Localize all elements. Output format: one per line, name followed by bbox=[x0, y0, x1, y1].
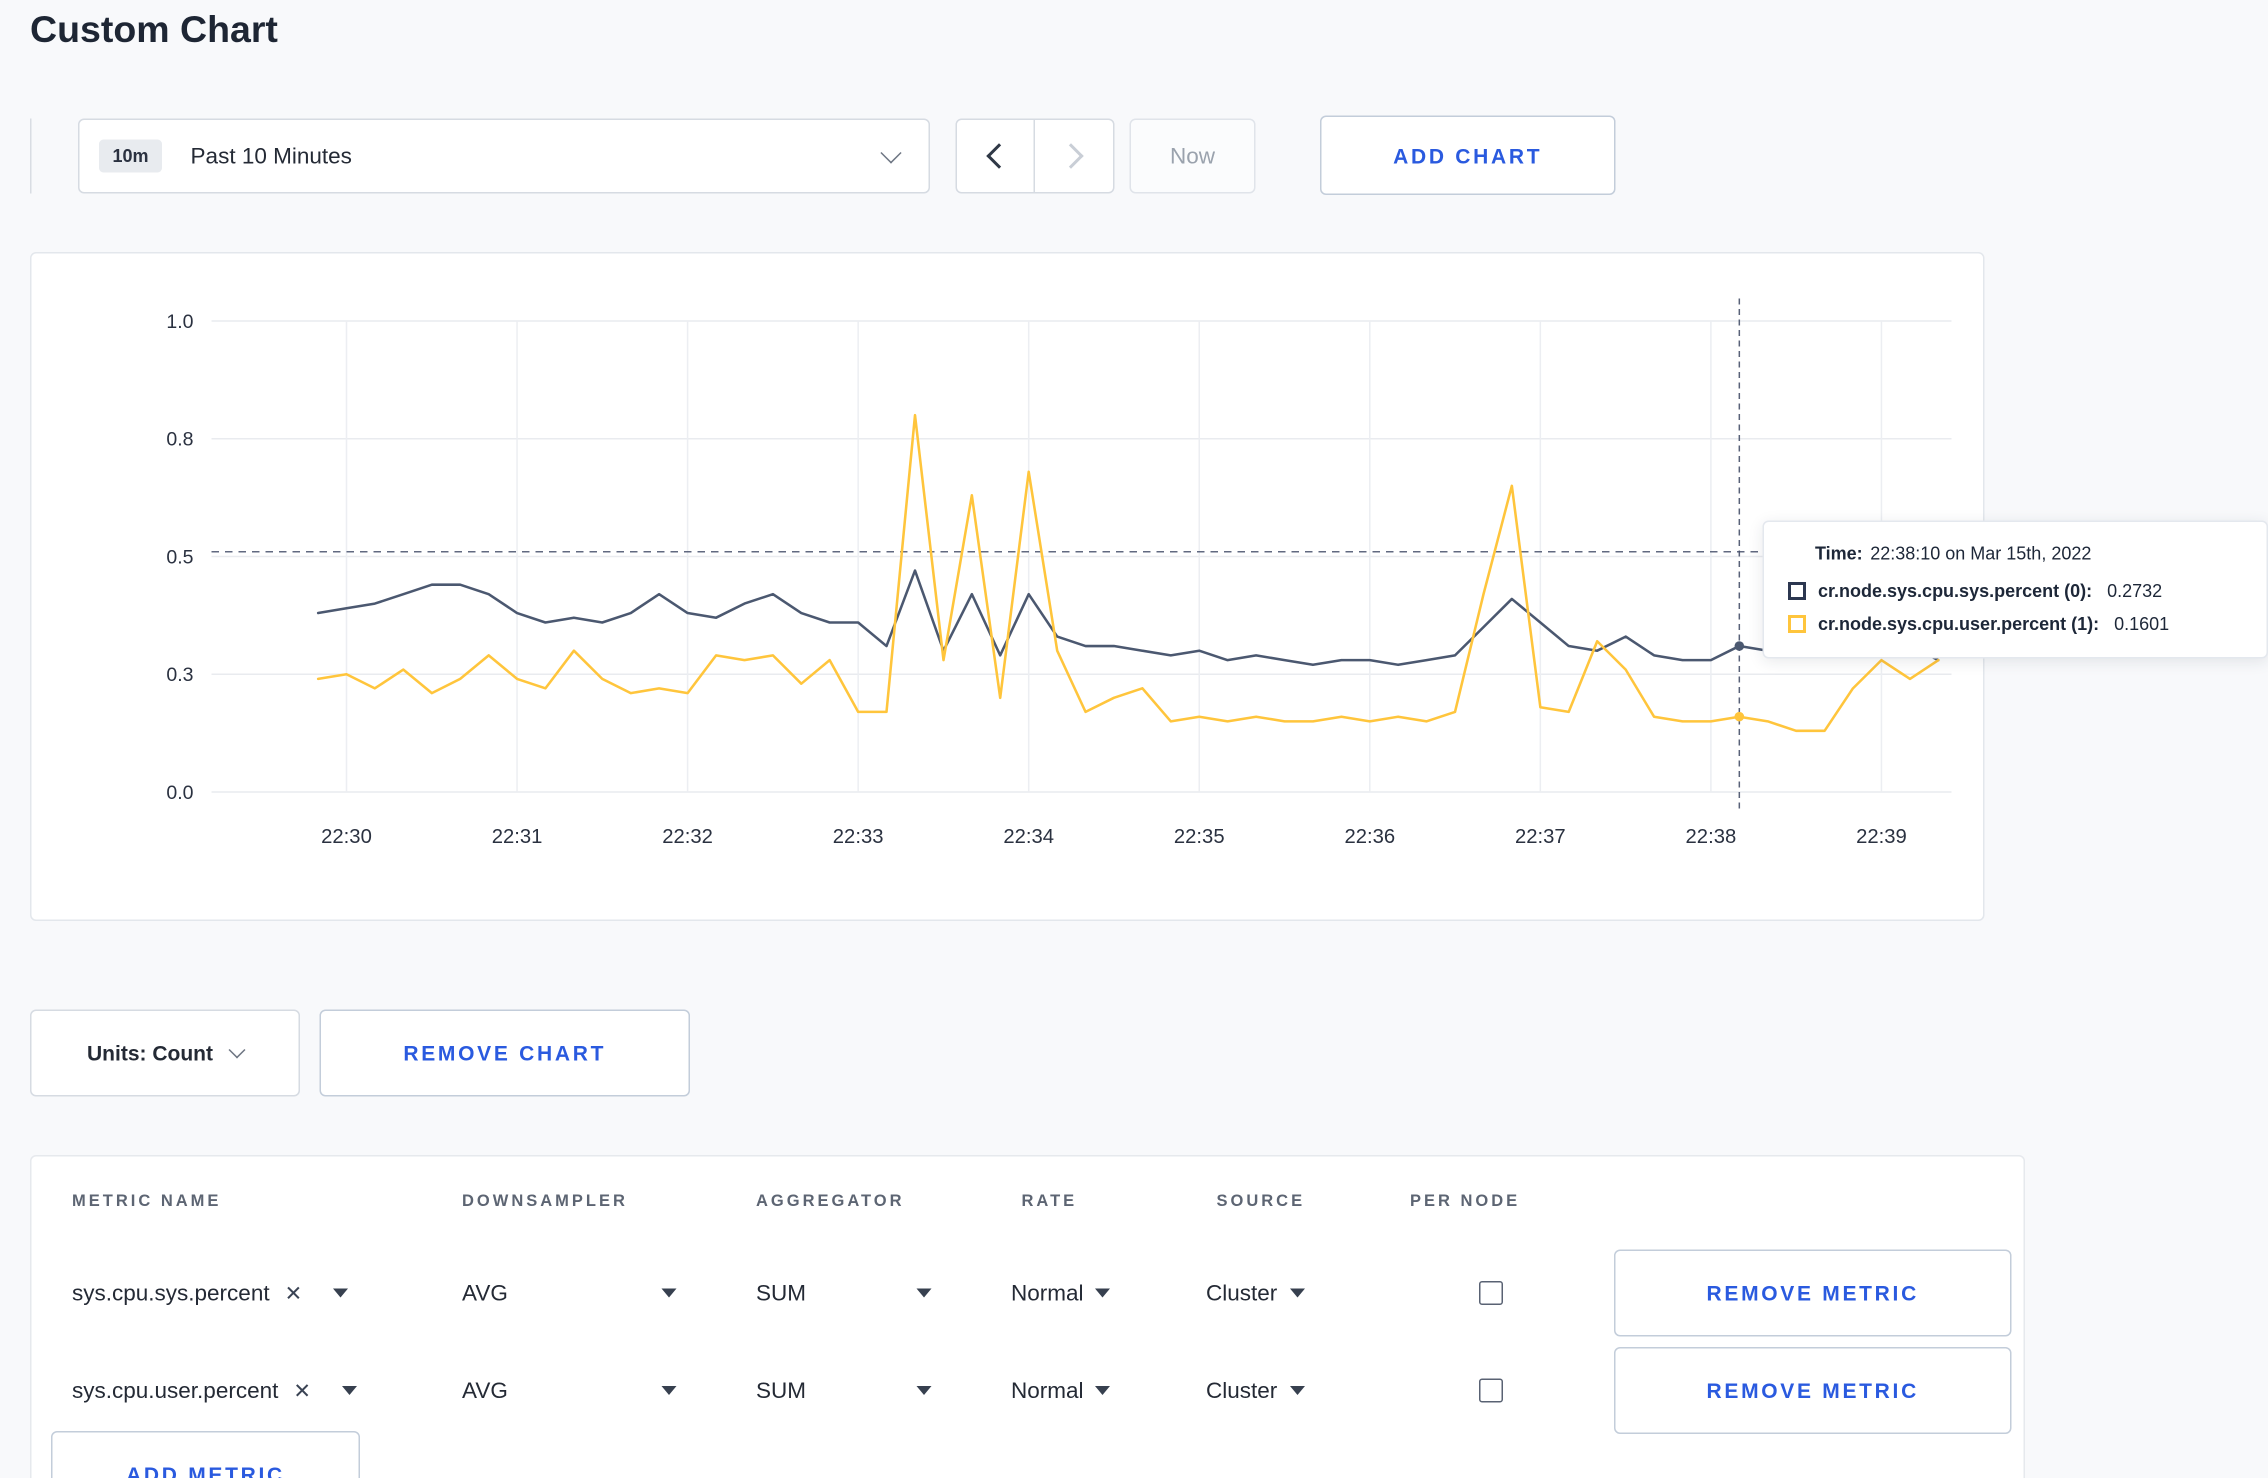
toolbar: 10m Past 10 Minutes Now ADD CHART bbox=[0, 115, 2268, 200]
rate-value: Normal bbox=[1011, 1280, 1084, 1306]
add-metric-button[interactable]: ADD METRIC bbox=[51, 1431, 360, 1478]
time-range-label: Past 10 Minutes bbox=[190, 143, 352, 169]
units-select[interactable]: Units: Count bbox=[30, 1009, 300, 1097]
tooltip-series-row: cr.node.sys.cpu.sys.percent (0): 0.2732 bbox=[1788, 581, 2243, 602]
metric-name-select[interactable]: sys.cpu.sys.percent bbox=[72, 1247, 349, 1340]
svg-text:22:30: 22:30 bbox=[321, 826, 372, 848]
chevron-right-icon bbox=[1058, 143, 1084, 169]
svg-text:22:36: 22:36 bbox=[1344, 826, 1395, 848]
chevron-down-icon bbox=[228, 1041, 246, 1059]
svg-text:22:31: 22:31 bbox=[492, 826, 543, 848]
rate-value: Normal bbox=[1011, 1377, 1084, 1404]
time-nav-group bbox=[955, 118, 1115, 194]
caret-down-icon bbox=[1095, 1288, 1111, 1298]
svg-text:22:38: 22:38 bbox=[1686, 826, 1737, 848]
caret-down-icon bbox=[916, 1288, 932, 1298]
chart-controls: Units: Count REMOVE CHART bbox=[0, 1009, 2268, 1097]
chart-card: 0.0 0.3 0.5 0.8 1.0 22:30 22:31 22:32 22:33 22:34… bbox=[30, 252, 1985, 921]
caret-down-icon bbox=[1095, 1386, 1111, 1395]
caret-down-icon bbox=[661, 1288, 677, 1298]
next-time-button[interactable] bbox=[1035, 118, 1115, 194]
chart-tooltip: Time: 22:38:10 on Mar 15th, 2022 cr.node.… bbox=[1762, 520, 2268, 659]
svg-text:22:37: 22:37 bbox=[1515, 826, 1566, 848]
custom-chart-page: Custom Chart 10m Past 10 Minutes Now ADD… bbox=[0, 0, 2268, 1478]
aggregator-value: SUM bbox=[756, 1280, 807, 1306]
metrics-table: METRIC NAME DOWNSAMPLER AGGREGATOR RATE … bbox=[30, 1155, 2025, 1478]
downsampler-select[interactable]: AVG bbox=[462, 1247, 677, 1340]
downsampler-select[interactable]: AVG bbox=[462, 1344, 677, 1437]
add-chart-button[interactable]: ADD CHART bbox=[1320, 115, 1616, 195]
remove-metric-button[interactable]: REMOVE METRIC bbox=[1614, 1249, 2012, 1337]
source-select[interactable]: Cluster bbox=[1206, 1344, 1305, 1437]
remove-metric-button[interactable]: REMOVE METRIC bbox=[1614, 1347, 2012, 1434]
rate-select[interactable]: Normal bbox=[1011, 1344, 1111, 1437]
svg-text:0.0: 0.0 bbox=[166, 782, 193, 804]
chevron-down-icon bbox=[880, 142, 902, 164]
svg-text:22:35: 22:35 bbox=[1174, 826, 1225, 848]
col-header-source: SOURCE bbox=[1216, 1192, 1306, 1211]
svg-text:1.0: 1.0 bbox=[166, 311, 193, 333]
tooltip-series-value: 0.2732 bbox=[2107, 580, 2163, 602]
svg-text:22:32: 22:32 bbox=[662, 826, 713, 848]
tooltip-series-label: cr.node.sys.cpu.sys.percent (0): bbox=[1818, 580, 2093, 602]
tooltip-series-row: cr.node.sys.cpu.user.percent (1): 0.1601 bbox=[1788, 614, 2243, 635]
tooltip-series-label: cr.node.sys.cpu.user.percent (1): bbox=[1818, 613, 2100, 635]
col-header-rate: RATE bbox=[1021, 1192, 1078, 1211]
source-value: Cluster bbox=[1206, 1377, 1278, 1404]
time-range-select[interactable]: 10m Past 10 Minutes bbox=[78, 118, 930, 194]
source-value: Cluster bbox=[1206, 1280, 1278, 1306]
metric-name-label: sys.cpu.sys.percent bbox=[72, 1280, 270, 1306]
svg-text:22:39: 22:39 bbox=[1856, 826, 1907, 848]
metric-name-label: sys.cpu.user.percent bbox=[72, 1377, 279, 1404]
aggregator-value: SUM bbox=[756, 1377, 807, 1404]
tooltip-time-value: 22:38:10 on Mar 15th, 2022 bbox=[1870, 543, 2092, 564]
tooltip-series-value: 0.1601 bbox=[2114, 613, 2170, 635]
metric-name-select[interactable]: sys.cpu.user.percent bbox=[72, 1344, 358, 1437]
aggregator-select[interactable]: SUM bbox=[756, 1344, 932, 1437]
time-range-badge: 10m bbox=[99, 139, 163, 173]
rate-select[interactable]: Normal bbox=[1011, 1247, 1111, 1340]
units-label: Units: Count bbox=[87, 1041, 213, 1065]
svg-text:22:34: 22:34 bbox=[1003, 826, 1054, 848]
metric-row: sys.cpu.user.percent AVG SUM Normal Clus… bbox=[32, 1344, 2027, 1437]
col-header-downsampler: DOWNSAMPLER bbox=[462, 1192, 628, 1211]
source-select[interactable]: Cluster bbox=[1206, 1247, 1305, 1340]
svg-text:0.3: 0.3 bbox=[166, 664, 193, 686]
downsampler-value: AVG bbox=[462, 1280, 508, 1306]
per-node-checkbox[interactable] bbox=[1479, 1378, 1503, 1403]
page-title: Custom Chart bbox=[30, 9, 278, 51]
user-series-swatch-icon bbox=[1788, 615, 1806, 633]
svg-text:22:33: 22:33 bbox=[833, 826, 884, 848]
clear-metric-icon[interactable] bbox=[293, 1380, 311, 1401]
toolbar-divider bbox=[30, 118, 32, 194]
caret-down-icon bbox=[1289, 1386, 1305, 1395]
cpu-usage-chart[interactable]: 0.0 0.3 0.5 0.8 1.0 22:30 22:31 22:32 22:33 22:34… bbox=[32, 254, 1987, 923]
per-node-checkbox[interactable] bbox=[1479, 1281, 1503, 1305]
svg-text:0.5: 0.5 bbox=[166, 546, 193, 568]
now-button[interactable]: Now bbox=[1129, 118, 1256, 194]
prev-time-button[interactable] bbox=[955, 118, 1035, 194]
col-header-metric-name: METRIC NAME bbox=[72, 1192, 222, 1211]
col-header-per-node: PER NODE bbox=[1410, 1192, 1521, 1211]
tooltip-time: Time: 22:38:10 on Mar 15th, 2022 bbox=[1815, 543, 2243, 564]
caret-down-icon bbox=[661, 1386, 677, 1395]
clear-metric-icon[interactable] bbox=[285, 1283, 303, 1304]
aggregator-select[interactable]: SUM bbox=[756, 1247, 932, 1340]
remove-chart-button[interactable]: REMOVE CHART bbox=[319, 1009, 690, 1097]
metric-row: sys.cpu.sys.percent AVG SUM Normal Clust… bbox=[32, 1247, 2027, 1340]
caret-down-icon bbox=[333, 1288, 349, 1298]
caret-down-icon bbox=[342, 1386, 358, 1395]
sys-series-swatch-icon bbox=[1788, 582, 1806, 600]
tooltip-time-label: Time: bbox=[1815, 543, 1863, 564]
downsampler-value: AVG bbox=[462, 1377, 508, 1404]
col-header-aggregator: AGGREGATOR bbox=[756, 1192, 905, 1211]
chevron-left-icon bbox=[985, 143, 1011, 169]
svg-text:0.8: 0.8 bbox=[166, 429, 193, 451]
caret-down-icon bbox=[1289, 1288, 1305, 1298]
caret-down-icon bbox=[916, 1386, 932, 1395]
